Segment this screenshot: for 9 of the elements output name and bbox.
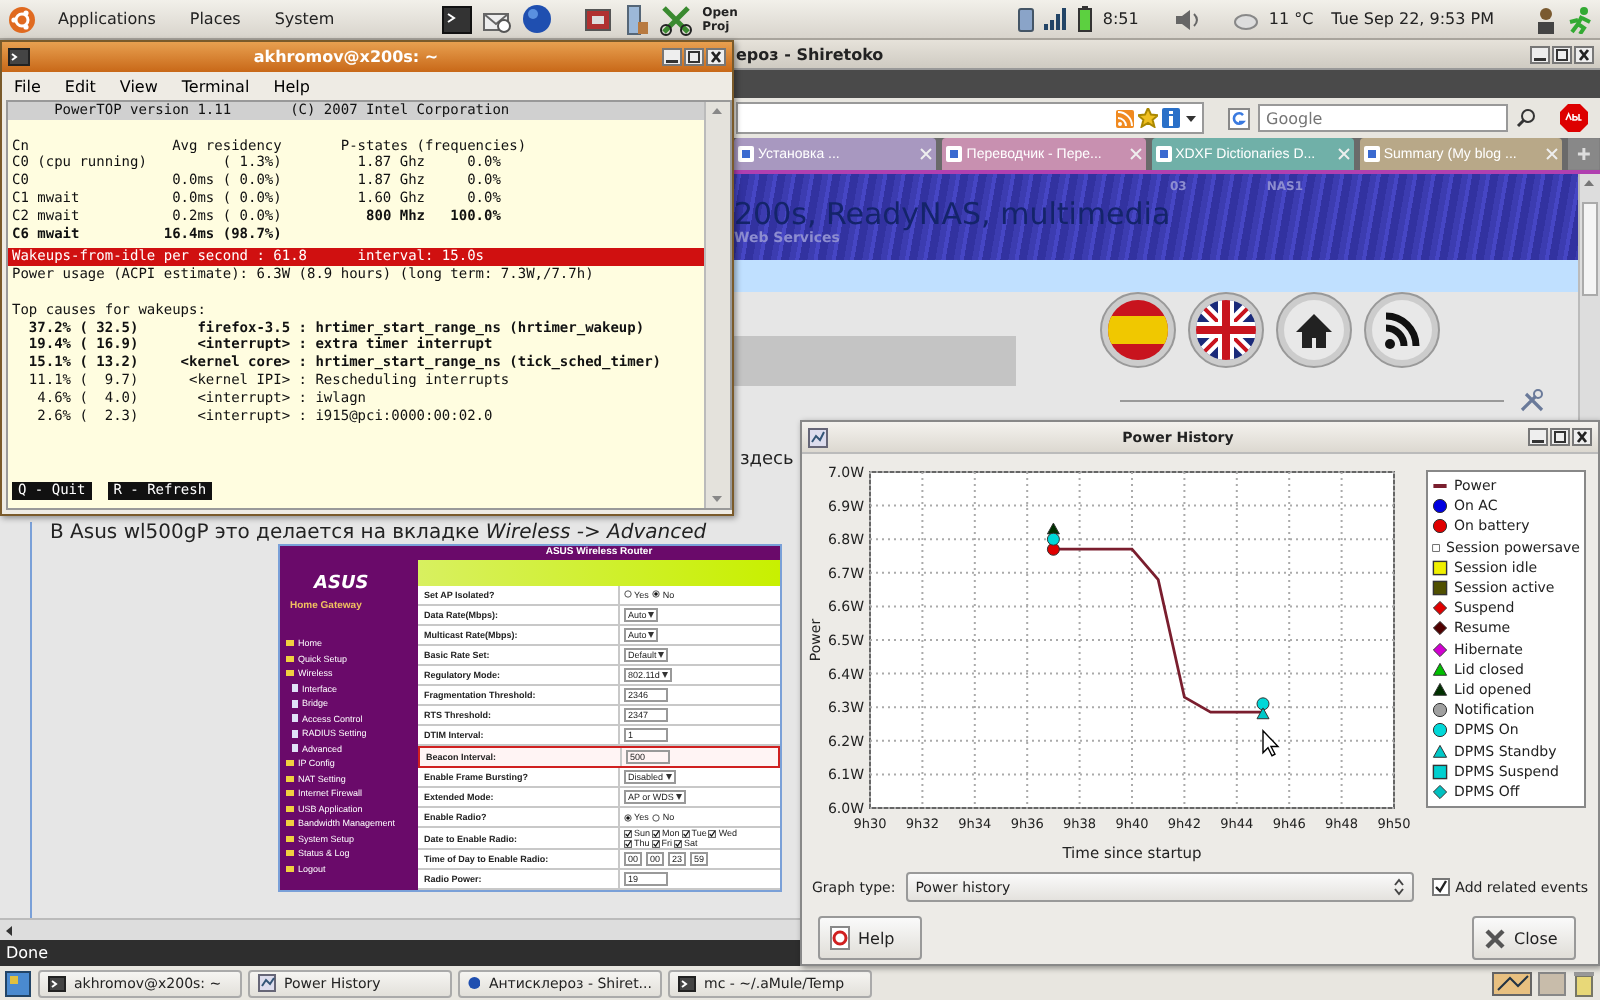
paragraph: В Asus wl500gP это делается на вкладке Wireless -> Advanced bbox=[50, 522, 707, 544]
site-title: 200s, ReadyNAS, multimedia bbox=[734, 198, 1173, 230]
router-logo: ASUS bbox=[314, 574, 371, 594]
window-title: ероз - Shiretoko bbox=[736, 45, 884, 63]
battery-time: 8:51 bbox=[1102, 10, 1139, 28]
body-text: здесь bbox=[740, 450, 794, 470]
window-title: akhromov@x200s: ~ bbox=[251, 48, 441, 66]
temperature: 11 °C bbox=[1268, 10, 1314, 28]
status-text: Done bbox=[6, 944, 49, 962]
